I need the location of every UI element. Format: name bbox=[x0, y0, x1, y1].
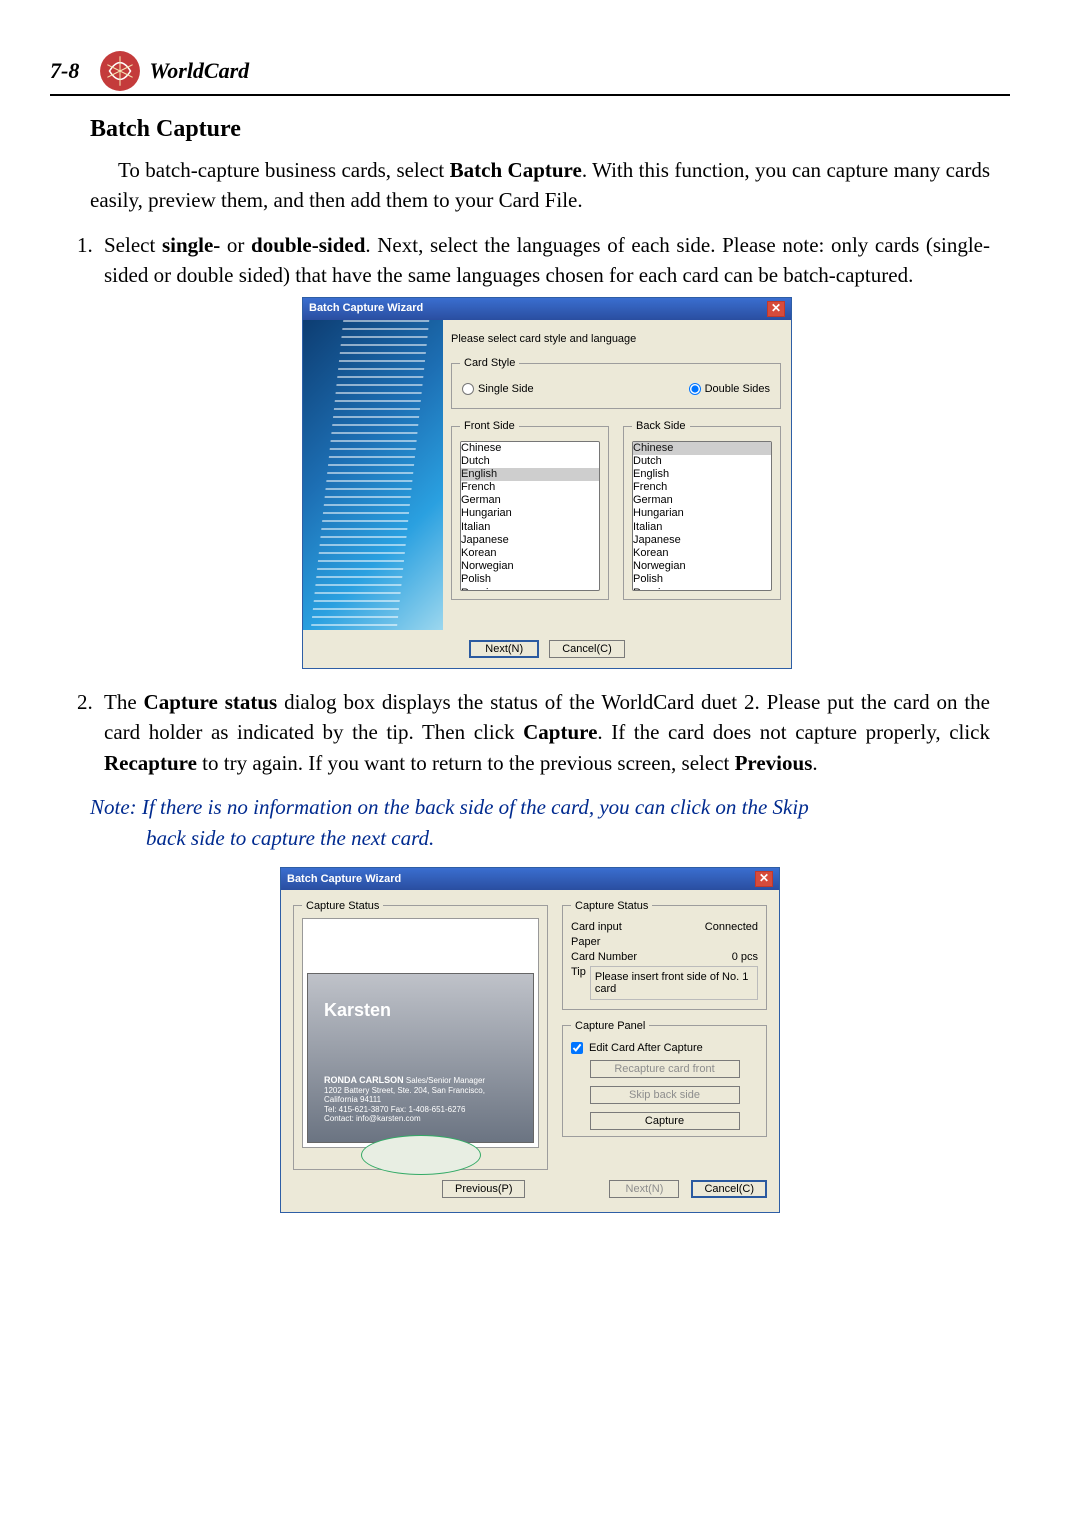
note-lead: Note: bbox=[90, 795, 142, 819]
s2-p1: The bbox=[104, 690, 144, 714]
capture-status-legend: Capture Status bbox=[571, 900, 652, 912]
capture-button[interactable]: Capture bbox=[590, 1112, 740, 1130]
front-side-language-list[interactable]: ChineseDutchEnglishFrenchGermanHungarian… bbox=[460, 441, 600, 591]
single-side-label: Single Side bbox=[478, 383, 534, 395]
card-number-value: 0 pcs bbox=[732, 951, 758, 963]
batch-capture-wizard-dialog-2: Batch Capture Wizard ✕ Capture Status Ka… bbox=[280, 867, 780, 1213]
intro-pre: To batch-capture business cards, select bbox=[118, 158, 450, 182]
note-text: Note: If there is no information on the … bbox=[90, 792, 990, 853]
double-sides-radio[interactable]: Double Sides bbox=[689, 382, 770, 398]
tip-value: Please insert front side of No. 1 card bbox=[590, 966, 758, 1000]
paper-label: Paper bbox=[571, 936, 600, 948]
card-name: RONDA CARLSON bbox=[324, 1075, 404, 1085]
s2-p5: . bbox=[812, 751, 817, 775]
dialog1-instruction: Please select card style and language bbox=[451, 332, 781, 348]
step1-mid: or bbox=[220, 233, 251, 257]
section-title: Batch Capture bbox=[90, 116, 1010, 143]
s2-b2: Capture bbox=[523, 720, 597, 744]
batch-capture-wizard-dialog-1: Batch Capture Wizard ✕ Please select car… bbox=[302, 297, 792, 669]
step-2: The Capture status dialog box displays t… bbox=[98, 687, 990, 778]
intro-bold: Batch Capture bbox=[450, 158, 582, 182]
next-button[interactable]: Next(N) bbox=[609, 1180, 679, 1198]
card-holder-icon bbox=[361, 1135, 481, 1175]
single-side-radio[interactable]: Single Side bbox=[462, 382, 534, 398]
front-side-legend: Front Side bbox=[460, 419, 519, 435]
brand-logo-icon bbox=[99, 50, 141, 92]
edit-after-capture-checkbox[interactable]: Edit Card After Capture bbox=[571, 1042, 758, 1054]
note-line2: back side to capture the next card. bbox=[146, 826, 434, 850]
card-input-label: Card input bbox=[571, 921, 622, 933]
intro-paragraph: To batch-capture business cards, select … bbox=[90, 155, 990, 216]
s2-p3: . If the card does not capture properly,… bbox=[597, 720, 990, 744]
s2-b3: Recapture bbox=[104, 751, 197, 775]
step1-b1: single- bbox=[162, 233, 220, 257]
note-line1: If there is no information on the back s… bbox=[142, 795, 809, 819]
tip-label: Tip bbox=[571, 966, 586, 978]
back-side-group: Back Side ChineseDutchEnglishFrenchGerma… bbox=[623, 419, 781, 601]
wizard-banner-image bbox=[303, 320, 443, 630]
card-input-value: Connected bbox=[705, 921, 758, 933]
page-number: 7-8 bbox=[50, 58, 79, 84]
double-sides-label: Double Sides bbox=[705, 383, 770, 395]
front-side-group: Front Side ChineseDutchEnglishFrenchGerm… bbox=[451, 419, 609, 601]
dialog1-titlebar[interactable]: Batch Capture Wizard ✕ bbox=[303, 298, 791, 320]
card-contact: Contact: info@karsten.com bbox=[324, 1114, 517, 1124]
card-number-label: Card Number bbox=[571, 951, 637, 963]
close-icon[interactable]: ✕ bbox=[755, 871, 773, 887]
s2-p4: to try again. If you want to return to t… bbox=[197, 751, 735, 775]
back-side-language-list[interactable]: ChineseDutchEnglishFrenchGermanHungarian… bbox=[632, 441, 772, 591]
s2-b4: Previous bbox=[735, 751, 813, 775]
close-icon[interactable]: ✕ bbox=[767, 301, 785, 317]
cancel-button[interactable]: Cancel(C) bbox=[549, 640, 625, 658]
skip-back-side-button[interactable]: Skip back side bbox=[590, 1086, 740, 1104]
previous-button[interactable]: Previous(P) bbox=[442, 1180, 525, 1198]
capture-panel-group: Capture Panel Edit Card After Capture Re… bbox=[562, 1020, 767, 1137]
s2-b1: Capture status bbox=[144, 690, 278, 714]
card-telfax: Tel: 415-621-3870 Fax: 1-408-651-6276 bbox=[324, 1105, 517, 1115]
page-header: 7-8 WorldCard bbox=[50, 50, 1010, 96]
card-address: 1202 Battery Street, Ste. 204, San Franc… bbox=[324, 1086, 517, 1105]
step1-pre: Select bbox=[104, 233, 162, 257]
capture-status-group: Capture Status Card input Connected Paper… bbox=[562, 900, 767, 1010]
edit-after-label: Edit Card After Capture bbox=[589, 1042, 703, 1054]
card-style-legend: Card Style bbox=[460, 356, 519, 372]
card-brand: Karsten bbox=[324, 1000, 391, 1021]
step-1: Select single- or double-sided. Next, se… bbox=[98, 230, 990, 669]
capture-preview-group: Capture Status Karsten RONDA CARLSON Sal… bbox=[293, 900, 548, 1170]
capture-panel-legend: Capture Panel bbox=[571, 1020, 649, 1032]
next-button[interactable]: Next(N) bbox=[469, 640, 539, 658]
recapture-button[interactable]: Recapture card front bbox=[590, 1060, 740, 1078]
card-style-group: Card Style Single Side Double Sides bbox=[451, 356, 781, 409]
step1-b2: double-sided bbox=[251, 233, 365, 257]
capture-preview-legend: Capture Status bbox=[302, 900, 383, 912]
dialog1-title: Batch Capture Wizard bbox=[309, 301, 423, 317]
card-title: Sales/Senior Manager bbox=[406, 1076, 485, 1085]
card-preview: Karsten RONDA CARLSON Sales/Senior Manag… bbox=[302, 918, 539, 1148]
cancel-button[interactable]: Cancel(C) bbox=[691, 1180, 767, 1198]
back-side-legend: Back Side bbox=[632, 419, 690, 435]
dialog2-titlebar[interactable]: Batch Capture Wizard ✕ bbox=[281, 868, 779, 890]
dialog2-title: Batch Capture Wizard bbox=[287, 873, 401, 885]
header-product: WorldCard bbox=[149, 58, 249, 84]
